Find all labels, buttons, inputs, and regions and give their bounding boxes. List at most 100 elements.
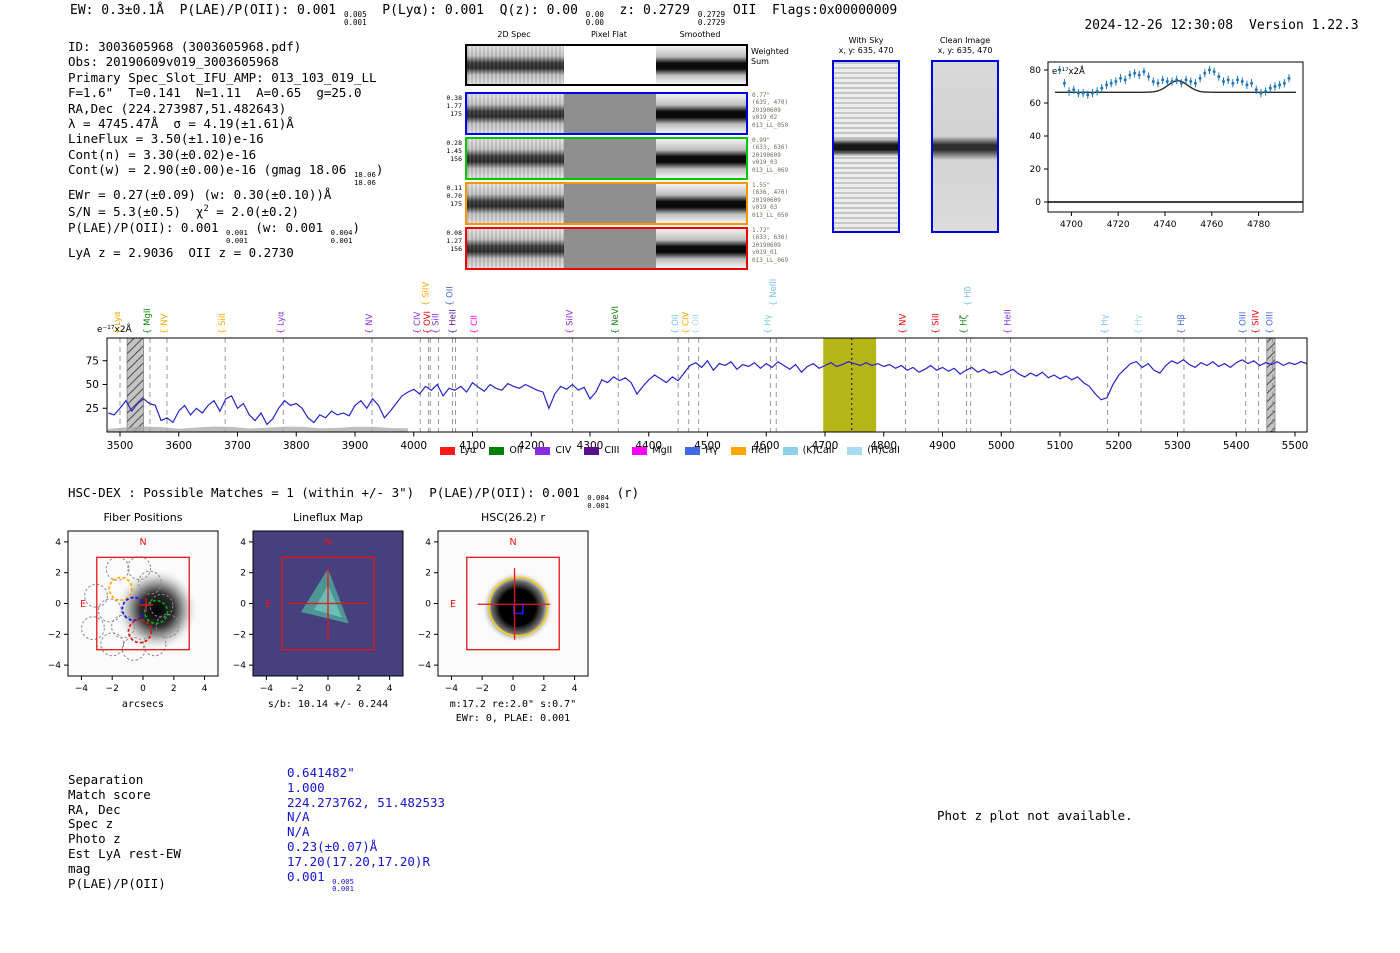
svg-text:{ SiII: { SiII (931, 313, 941, 334)
svg-text:N: N (139, 537, 146, 548)
legend-item: Lyα (440, 445, 476, 456)
svg-text:5400: 5400 (1223, 440, 1250, 452)
svg-text:60: 60 (1030, 99, 1042, 109)
svg-text:{ SiII: { SiII (218, 313, 228, 334)
match-row-value: N/A (287, 824, 310, 840)
match-row-value: 1.000 (287, 779, 325, 795)
fiber-annotation: 1.55" (636, 470) 20190609 v019_03 013_LL_050 (752, 182, 789, 219)
fiber-strip-row (465, 227, 748, 270)
svg-text:−2: −2 (48, 630, 61, 640)
match-row-label: mag (68, 860, 91, 876)
legend-swatch (535, 446, 551, 455)
fiber-annotation: 0.77" (635, 470) 20190609 v019_02 013_LL_050 (752, 92, 789, 129)
svg-text:0: 0 (510, 684, 516, 694)
fiber-weight-values: 0.08 1.27 156 (446, 229, 462, 253)
info-line: S/N = 5.3(±0.5) χ2 = 2.0(±0.2) (68, 204, 300, 220)
svg-text:−4: −4 (75, 684, 89, 694)
info-line: LineFlux = 3.50(±1.10)e-16 (68, 131, 264, 147)
svg-text:{ CIV: { CIV (413, 311, 423, 334)
fiber-smoothed-image (656, 139, 746, 178)
svg-text:5100: 5100 (1047, 440, 1074, 452)
fiber-pixelflat-image (564, 184, 656, 223)
svg-text:40: 40 (1030, 132, 1042, 142)
svg-text:5300: 5300 (1164, 440, 1191, 452)
fiber-pixelflat-image (564, 139, 656, 178)
svg-text:{ OII: { OII (671, 314, 681, 334)
svg-text:−2: −2 (291, 684, 304, 694)
svg-text:−4: −4 (48, 661, 62, 671)
svg-text:−4: −4 (418, 661, 432, 671)
svg-text:{ HeII: { HeII (449, 309, 459, 334)
svg-text:{ HeII: { HeII (1004, 309, 1014, 334)
legend-swatch (782, 446, 798, 455)
hsc-dex-match-line: HSC-DEX : Possible Matches = 1 (within +… (68, 485, 640, 510)
legend-swatch (685, 446, 701, 455)
clean-title: Clean Image x, y: 635, 470 (937, 36, 993, 55)
fiber-strip-row (465, 92, 748, 135)
match-row-value: 0.001 0.005 0.001 (287, 868, 354, 894)
fiber-strip-row (465, 182, 748, 225)
info-line: RA,Dec (224.273987,51.482643) (68, 100, 287, 116)
fiber-pixelflat-image (564, 94, 656, 133)
info-line: P(LAE)/P(OII): 0.001 0.001 0.001 (w: 0.00… (68, 219, 361, 245)
info-line: Cont(w) = 2.90(±0.00)e-16 (gmag 18.06 18… (68, 162, 384, 188)
svg-text:4: 4 (387, 684, 393, 694)
svg-text:{ CIV: { CIV (682, 311, 692, 334)
photz-note: Phot z plot not available. (937, 808, 1133, 823)
report-version: Version 1.22.3 (1249, 18, 1359, 33)
svg-text:{ NeIII: { NeIII (769, 279, 779, 306)
full-spectrum-plot: 3500360037003800390040004100420043004400… (86, 279, 1309, 452)
svg-text:20: 20 (1030, 165, 1042, 175)
fiber-2dspec-image (467, 184, 564, 223)
svg-text:E: E (450, 599, 456, 610)
svg-text:4: 4 (202, 684, 208, 694)
svg-text:5200: 5200 (1105, 440, 1132, 452)
zoom-data-points (1058, 65, 1291, 99)
match-row-value: 0.23(±0.07)Å (287, 838, 378, 854)
match-row-label: Photo z (68, 831, 121, 847)
col-title-2dspec: 2D Spec (497, 30, 531, 39)
line-fit-zoom-plot: 4700 4720 4740 4760 4780 0 20 40 60 80 e⁻¹⁷x2Å (1030, 61, 1304, 230)
svg-text:{ Hβ: { Hβ (1177, 314, 1187, 334)
svg-text:{ OII: { OII (446, 286, 456, 306)
svg-text:−2: −2 (476, 684, 489, 694)
header-datetime-version: 2024-12-26 12:30:08 Version 1.22.3 (1053, 3, 1359, 48)
svg-text:arcsecs: arcsecs (122, 699, 164, 710)
legend-swatch (584, 446, 600, 455)
svg-text:{ OVI: { OVI (423, 311, 433, 334)
svg-text:2: 2 (240, 569, 246, 579)
svg-text:s/b: 10.14 +/- 0.244: s/b: 10.14 +/- 0.244 (268, 699, 388, 710)
match-row-label: Spec z (68, 816, 114, 832)
svg-text:4000: 4000 (400, 440, 427, 452)
fiber-weight-values: 0.11 0.70 175 (446, 184, 462, 208)
svg-text:0: 0 (425, 600, 431, 610)
fiber-2dspec-image (467, 139, 564, 178)
info-line: Cont(n) = 3.30(±0.02)e-16 (68, 146, 257, 162)
legend-item: CIII (584, 445, 619, 456)
match-table-labels: Separation Match score RA, Dec Spec z Photo … (68, 772, 181, 891)
legend-item: (H)CaII (847, 445, 900, 456)
svg-text:−2: −2 (106, 684, 119, 694)
legend-swatch (632, 446, 648, 455)
legend-item: CIV (535, 445, 571, 456)
withsky-image (832, 60, 900, 233)
svg-text:{ Hγ: { Hγ (1101, 314, 1111, 334)
match-row-value: 17.20(17.20,17.20)R (287, 853, 430, 869)
svg-text:e⁻¹⁷x2Å: e⁻¹⁷x2Å (1052, 65, 1085, 77)
fiber-smoothed-image (656, 229, 746, 268)
svg-text:2: 2 (171, 684, 177, 694)
fiber-pixelflat-image (564, 229, 656, 268)
spectral-line-labels: { Lyα { MgII { NV { SiII { Lyα { NV { CIV { SiI… (113, 279, 1276, 334)
match-row-label: Match score (68, 786, 151, 802)
weighted-sum-strip (465, 44, 748, 86)
svg-text:{ SiIV: { SiIV (1252, 310, 1262, 334)
header-summary-line: EW: 0.3±0.1Å P(LAE)/P(OII): 0.001 0.005 0… (70, 3, 898, 28)
svg-text:5500: 5500 (1282, 440, 1309, 452)
svg-text:{ SiIV: { SiIV (421, 282, 431, 306)
match-row-label: Separation (68, 772, 144, 787)
svg-text:5000: 5000 (988, 440, 1015, 452)
svg-text:3600: 3600 (165, 440, 192, 452)
withsky-title: With Sky x, y: 635, 470 (838, 36, 894, 55)
fiber-strip-row (465, 137, 748, 180)
legend-swatch (489, 446, 505, 455)
